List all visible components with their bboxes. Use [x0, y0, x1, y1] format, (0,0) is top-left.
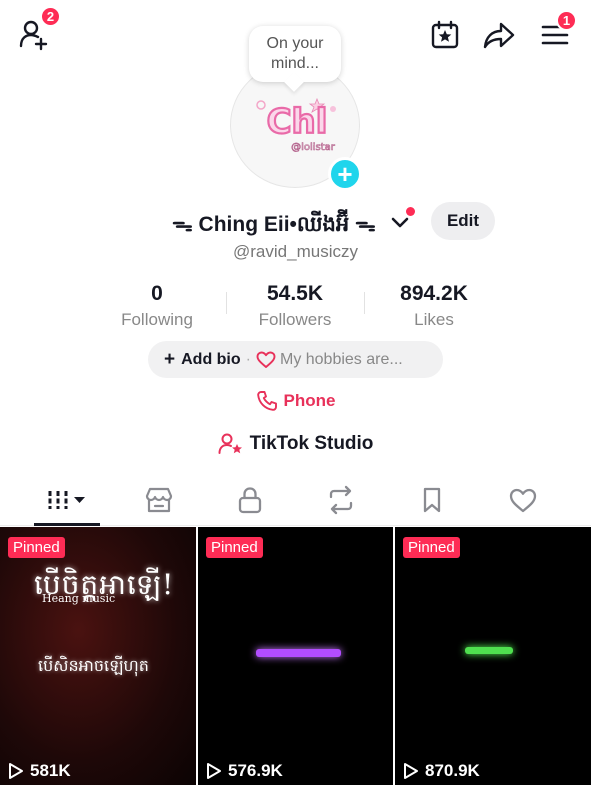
- pinned-badge: Pinned: [206, 537, 263, 558]
- avatar-logo-text: Chl: [267, 102, 328, 142]
- bookmark-icon: [423, 487, 441, 513]
- stat-followers[interactable]: 54.5K Followers: [245, 282, 345, 330]
- stat-label: Followers: [258, 310, 332, 329]
- tab-favorites[interactable]: [397, 476, 467, 524]
- phone-link[interactable]: Phone: [0, 390, 591, 412]
- video-grid: បើចិត្តអាឡើ! Heang music បើសិនអាចឡើហុត P…: [0, 527, 591, 785]
- video-thumbnail[interactable]: Pinned 870.9K: [395, 527, 591, 785]
- creator-star-icon: [218, 433, 242, 454]
- name-row: ᯓ Ching Eii•ឈីងអ៊ី ᯓ: [0, 204, 591, 240]
- calendar-star-icon: [431, 20, 459, 49]
- tiktok-studio-link[interactable]: TikTok Studio: [0, 432, 591, 456]
- notification-dot: [406, 207, 415, 216]
- pinned-badge: Pinned: [8, 537, 65, 558]
- video-subtitle-text: បើសិនអាចឡើហុត: [38, 656, 149, 675]
- view-count-value: 581K: [30, 761, 71, 780]
- view-count: 870.9K: [403, 761, 480, 781]
- tab-private[interactable]: [215, 476, 285, 524]
- stat-value: 894.2K: [400, 282, 468, 305]
- repost-icon: [329, 485, 353, 515]
- add-friends-button[interactable]: 2: [14, 6, 61, 54]
- view-count: 581K: [8, 761, 71, 781]
- phone-icon: [256, 391, 277, 411]
- stat-label: Likes: [414, 310, 454, 329]
- tab-shop[interactable]: [124, 476, 194, 524]
- grid-columns-icon: [48, 491, 85, 509]
- share-button[interactable]: [480, 16, 518, 54]
- stat-likes[interactable]: 894.2K Likes: [378, 282, 490, 330]
- menu-badge: 1: [556, 10, 577, 31]
- hobbies-prompt: My hobbies are...: [279, 350, 403, 368]
- content-tabs: [0, 476, 591, 526]
- play-icon: [207, 763, 221, 779]
- share-arrow-icon: [483, 22, 515, 49]
- stat-following[interactable]: 0 Following: [107, 282, 207, 330]
- heart-icon: [256, 351, 276, 369]
- tab-videos[interactable]: [32, 476, 102, 524]
- stat-value: 54.5K: [266, 282, 324, 305]
- play-icon: [404, 763, 418, 779]
- username: @ravid_musiczy: [233, 242, 358, 261]
- plus-icon: +: [337, 159, 353, 189]
- status-bubble[interactable]: On your mind...: [249, 26, 341, 82]
- glowing-text-graphic: [256, 649, 341, 657]
- view-count: 576.9K: [206, 761, 283, 781]
- follow-badge: 2: [40, 6, 61, 27]
- menu-button[interactable]: 1: [536, 10, 577, 54]
- stat-divider: [364, 292, 365, 314]
- tab-reposts[interactable]: [306, 476, 376, 524]
- stat-value: 0: [151, 282, 163, 305]
- video-thumbnail[interactable]: Pinned 576.9K: [198, 527, 393, 785]
- video-thumbnail[interactable]: បើចិត្តអាឡើ! Heang music បើសិនអាចឡើហុត P…: [0, 527, 196, 785]
- play-icon: [9, 763, 23, 779]
- avatar-logo-handle: @lolistar: [291, 142, 336, 153]
- shop-icon: [145, 487, 173, 513]
- heart-icon: [509, 488, 537, 513]
- bio-separator: ·: [245, 350, 251, 368]
- pinned-badge: Pinned: [403, 537, 460, 558]
- lock-icon: [238, 487, 262, 514]
- add-bio-button[interactable]: + Add bio · My hobbies are...: [148, 341, 443, 378]
- add-bio-label: Add bio: [181, 350, 241, 368]
- active-tab-indicator: [34, 523, 100, 526]
- status-bubble-text: On your mind...: [266, 35, 324, 72]
- stat-divider: [226, 292, 227, 314]
- avatar-logo-image: Chl @lolistar: [256, 97, 336, 153]
- glowing-text-graphic: [465, 647, 513, 654]
- add-avatar-button[interactable]: +: [328, 157, 362, 191]
- tab-liked[interactable]: [488, 476, 558, 524]
- plus-icon: +: [164, 348, 176, 370]
- display-name: ᯓ Ching Eii•ឈីងអ៊ី ᯓ: [172, 213, 376, 236]
- calendar-button[interactable]: [426, 16, 464, 54]
- video-credit-text: Heang music: [42, 592, 116, 605]
- view-count-value: 576.9K: [228, 761, 283, 780]
- phone-label: Phone: [283, 391, 336, 410]
- view-count-value: 870.9K: [425, 761, 480, 780]
- stat-label: Following: [121, 310, 193, 329]
- edit-profile-button[interactable]: Edit: [431, 202, 495, 240]
- tiktok-studio-label: TikTok Studio: [249, 433, 374, 454]
